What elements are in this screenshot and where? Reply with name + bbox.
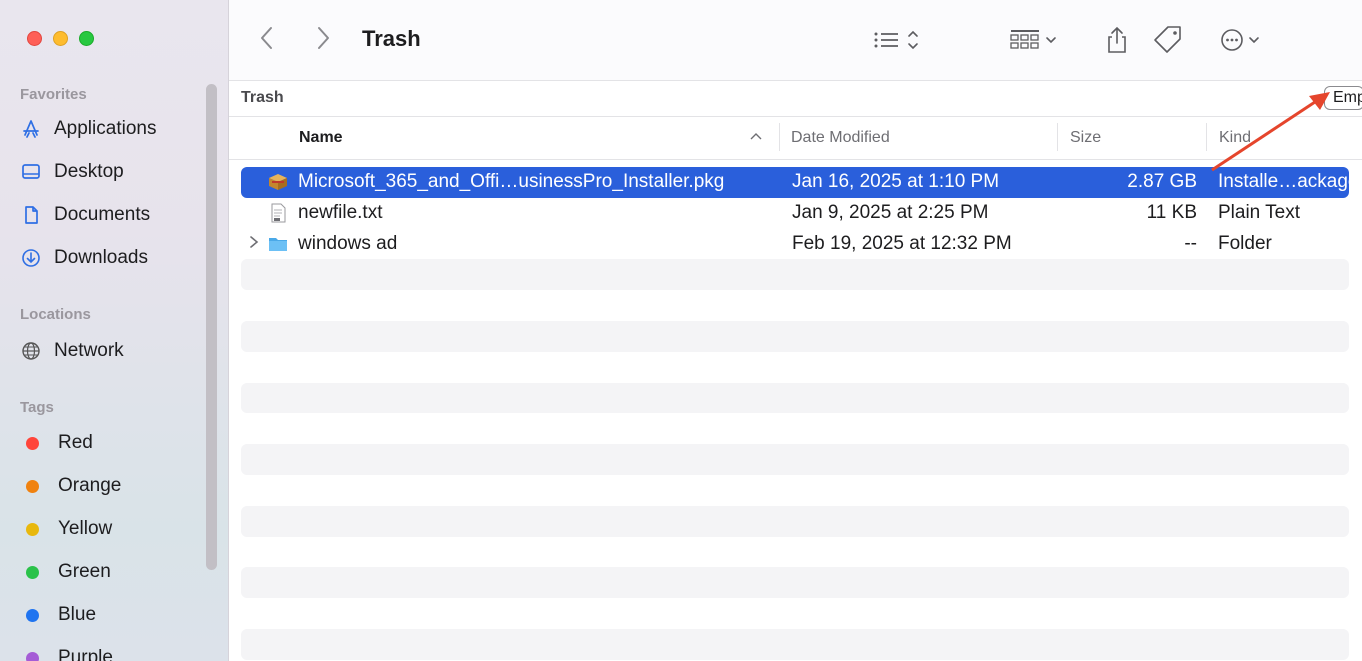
zoom-window-button[interactable] [79, 31, 94, 46]
sidebar-tag-yellow[interactable]: Yellow [20, 514, 112, 544]
sidebar-section-favorites: Favorites [20, 86, 87, 103]
sidebar-item-desktop[interactable]: Desktop [20, 157, 124, 187]
column-divider[interactable] [779, 123, 780, 151]
documents-icon [20, 204, 42, 226]
toolbar: Trash [229, 0, 1362, 81]
column-name-header[interactable]: Name [299, 129, 343, 147]
empty-row [241, 259, 1349, 291]
network-icon [20, 340, 42, 362]
sidebar-tag-red[interactable]: Red [20, 428, 93, 458]
sidebar-item-label: Network [54, 340, 124, 361]
sidebar-tag-green[interactable]: Green [20, 557, 111, 587]
empty-row [241, 413, 1349, 444]
sidebar-scrollbar[interactable] [206, 84, 217, 570]
empty-row [241, 290, 1349, 321]
file-size: 11 KB [1146, 201, 1197, 223]
folder-icon [267, 233, 289, 255]
sidebar-item-network[interactable]: Network [20, 336, 124, 366]
group-icon[interactable] [1009, 24, 1059, 56]
sidebar-item-label: Purple [58, 647, 113, 661]
forward-icon[interactable] [315, 24, 331, 58]
column-date-header[interactable]: Date Modified [791, 129, 890, 147]
sidebar-item-applications[interactable]: Applications [20, 114, 156, 144]
green-tag-dot-icon [26, 565, 39, 579]
sidebar-section-locations: Locations [20, 306, 91, 323]
file-list: Microsoft_365_and_Offi…usinessPro_Instal… [241, 167, 1349, 660]
empty-row [241, 628, 1349, 660]
downloads-icon [20, 247, 42, 269]
empty-row [241, 320, 1349, 352]
tag-icon[interactable] [1151, 24, 1185, 56]
file-row[interactable]: Microsoft_365_and_Offi…usinessPro_Instal… [241, 167, 1349, 198]
sidebar-tag-purple[interactable]: Purple [20, 643, 113, 661]
sidebar-item-label: Applications [54, 118, 157, 139]
annotation-arrow-icon [1211, 92, 1330, 172]
empty-row [241, 444, 1349, 475]
file-date: Jan 16, 2025 at 1:10 PM [792, 171, 1000, 192]
column-divider[interactable] [1057, 123, 1058, 151]
sidebar-item-label: Orange [58, 475, 122, 496]
file-name: Microsoft_365_and_Offi…usinessPro_Instal… [298, 171, 725, 192]
column-size-header[interactable]: Size [1070, 129, 1101, 147]
sidebar-item-documents[interactable]: Documents [20, 200, 150, 230]
file-date: Jan 9, 2025 at 2:25 PM [792, 201, 989, 223]
close-window-button[interactable] [27, 31, 42, 46]
sidebar: Favorites Applications Desktop Documents… [0, 0, 229, 661]
empty-row [241, 475, 1349, 506]
sidebar-item-label: Green [58, 561, 111, 582]
path-header: Trash Empty [229, 81, 1362, 115]
blue-tag-dot-icon [26, 608, 39, 622]
file-size: -- [1184, 232, 1197, 254]
empty-row [241, 382, 1349, 414]
package-icon [267, 171, 289, 193]
sidebar-tag-blue[interactable]: Blue [20, 600, 96, 630]
window-title: Trash [362, 26, 421, 51]
disclosure-chevron-icon[interactable] [248, 232, 260, 257]
window-controls [27, 31, 94, 46]
sidebar-tag-orange[interactable]: Orange [20, 471, 121, 501]
empty-row [241, 598, 1349, 629]
file-size: 2.87 GB [1127, 171, 1197, 192]
orange-tag-dot-icon [26, 479, 39, 493]
sidebar-item-label: Blue [58, 604, 97, 625]
file-row[interactable]: newfile.txt Jan 9, 2025 at 2:25 PM 11 KB… [241, 198, 1349, 229]
sort-ascending-icon[interactable] [749, 129, 763, 148]
share-icon[interactable] [1105, 24, 1129, 56]
yellow-tag-dot-icon [26, 522, 39, 536]
file-kind: Folder [1218, 232, 1272, 254]
applications-icon [20, 118, 42, 140]
more-icon[interactable] [1219, 24, 1265, 56]
empty-row [241, 537, 1349, 568]
file-name: newfile.txt [298, 201, 383, 223]
red-tag-dot-icon [26, 436, 39, 450]
empty-row [241, 567, 1349, 599]
empty-row [241, 352, 1349, 383]
purple-tag-dot-icon [26, 651, 39, 661]
sidebar-item-label: Red [58, 432, 93, 453]
desktop-icon [20, 161, 42, 183]
sidebar-section-tags: Tags [20, 399, 54, 416]
file-kind: Plain Text [1218, 201, 1301, 223]
folder-label: Trash [241, 89, 284, 106]
empty-row [241, 505, 1349, 537]
file-name: windows ad [298, 232, 398, 254]
sidebar-item-label: Downloads [54, 247, 148, 268]
column-header: Name Date Modified Size Kind [229, 116, 1362, 160]
list-view-icon[interactable] [872, 24, 920, 56]
sidebar-item-label: Desktop [54, 161, 124, 182]
sidebar-item-label: Yellow [58, 518, 113, 539]
text-file-icon [267, 202, 289, 224]
sidebar-item-downloads[interactable]: Downloads [20, 243, 148, 273]
file-row[interactable]: windows ad Feb 19, 2025 at 12:32 PM -- F… [241, 229, 1349, 260]
sidebar-item-label: Documents [54, 204, 151, 225]
minimize-window-button[interactable] [53, 31, 68, 46]
file-date: Feb 19, 2025 at 12:32 PM [792, 232, 1012, 254]
back-icon[interactable] [259, 24, 275, 58]
